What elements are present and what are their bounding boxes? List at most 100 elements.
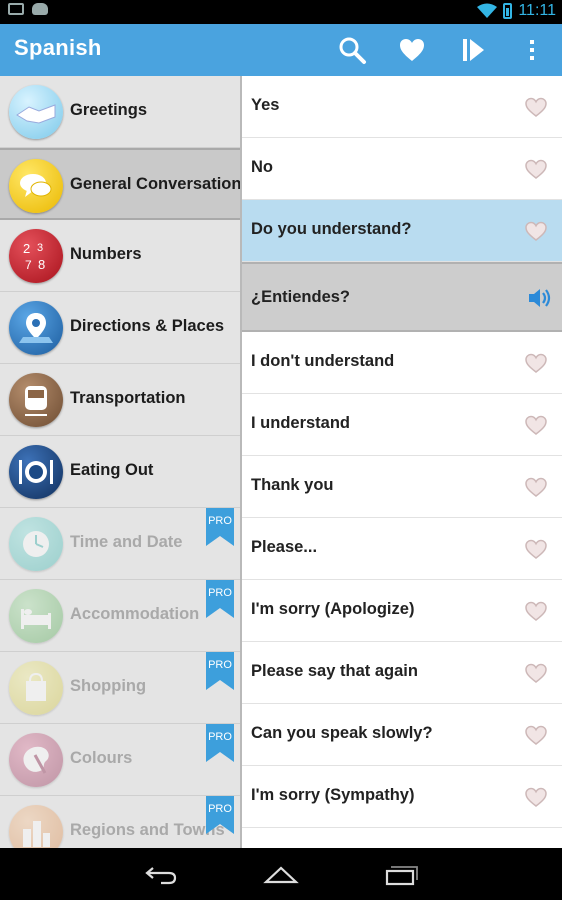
pro-badge: PRO — [208, 659, 232, 671]
heart-icon[interactable] — [524, 220, 548, 242]
plate-cutlery-icon — [9, 445, 63, 499]
category-transportation[interactable]: Transportation — [0, 364, 240, 436]
phrase-row[interactable]: I understand — [242, 394, 562, 456]
svg-text:2: 2 — [23, 241, 30, 256]
phrase-row-selected[interactable]: Do you understand? — [242, 200, 562, 262]
play-next-icon[interactable] — [457, 34, 489, 66]
pro-ribbon-icon — [206, 652, 234, 690]
svg-text:3: 3 — [37, 242, 43, 254]
train-icon — [9, 373, 63, 427]
phrase-text: Thank you — [251, 476, 334, 494]
city-icon — [9, 805, 63, 848]
category-label: Time and Date — [70, 533, 183, 551]
category-label: Greetings — [70, 101, 148, 119]
status-bar: 11:11 — [0, 0, 562, 24]
svg-text:8: 8 — [38, 257, 45, 272]
bed-icon — [9, 589, 63, 643]
category-regions-and-towns[interactable]: Regions and Towns PRO — [0, 796, 240, 848]
category-label: Numbers — [70, 245, 142, 263]
heart-icon[interactable] — [524, 724, 548, 746]
category-list: Greetings General Conversation 2 3 7 8 N… — [0, 76, 240, 848]
paint-palette-icon — [9, 733, 63, 787]
phrase-text: Do you understand? — [251, 220, 412, 238]
phrase-list: Yes No Do you understand? ¿Entiendes? I … — [242, 76, 562, 848]
category-general-conversation[interactable]: General Conversation — [0, 148, 240, 220]
heart-icon[interactable] — [524, 600, 548, 622]
heart-icon[interactable] — [524, 538, 548, 560]
category-accommodation[interactable]: Accommodation PRO — [0, 580, 240, 652]
numbers-icon: 2 3 7 8 — [9, 229, 63, 283]
heart-icon[interactable] — [524, 414, 548, 436]
android-notification-icon — [32, 3, 48, 15]
phrase-text: Yes — [251, 96, 280, 114]
phrase-row[interactable]: I'm sorry (Sympathy) — [242, 766, 562, 828]
pro-ribbon-icon — [206, 508, 234, 546]
recent-apps-icon[interactable] — [383, 862, 419, 886]
phrase-text: I'm sorry (Apologize) — [251, 600, 415, 618]
clock-time: 11:11 — [518, 2, 556, 19]
category-directions-places[interactable]: Directions & Places — [0, 292, 240, 364]
category-eating-out[interactable]: Eating Out — [0, 436, 240, 508]
pro-badge: PRO — [208, 731, 232, 743]
navigation-bar — [0, 848, 562, 900]
phrase-row[interactable]: Please... — [242, 518, 562, 580]
battery-icon — [503, 3, 513, 19]
category-greetings[interactable]: Greetings — [0, 76, 240, 148]
pro-ribbon-icon — [206, 796, 234, 834]
clock-icon — [9, 517, 63, 571]
category-numbers[interactable]: 2 3 7 8 Numbers — [0, 220, 240, 292]
back-icon[interactable] — [143, 862, 179, 886]
heart-icon[interactable] — [524, 96, 548, 118]
phrase-text: Please... — [251, 538, 318, 556]
pro-ribbon-icon — [206, 724, 234, 762]
speaker-icon[interactable] — [526, 285, 552, 311]
svg-text:7: 7 — [25, 258, 32, 272]
phrase-row[interactable]: Can you speak slowly? — [242, 704, 562, 766]
home-icon[interactable] — [263, 862, 299, 886]
phrase-text: I'm sorry (Sympathy) — [251, 786, 415, 804]
category-label: Transportation — [70, 389, 186, 407]
shopping-bag-icon — [9, 661, 63, 715]
overflow-menu-icon[interactable] — [516, 34, 548, 66]
category-label: Shopping — [70, 677, 147, 695]
favorites-heart-icon[interactable] — [396, 34, 428, 66]
action-bar: Spanish — [0, 24, 562, 76]
phrase-text: I understand — [251, 414, 351, 432]
translation-row[interactable]: ¿Entiendes? — [242, 262, 562, 332]
heart-icon[interactable] — [524, 662, 548, 684]
pro-badge: PRO — [208, 587, 232, 599]
translation-text: ¿Entiendes? — [251, 288, 351, 306]
app-title: Spanish — [14, 35, 102, 60]
phrase-row[interactable]: I don't understand — [242, 332, 562, 394]
heart-icon[interactable] — [524, 158, 548, 180]
pro-badge: PRO — [208, 803, 232, 815]
search-icon[interactable] — [336, 34, 368, 66]
heart-icon[interactable] — [524, 476, 548, 498]
category-label: Directions & Places — [70, 317, 225, 335]
gmail-notification-icon — [8, 3, 24, 15]
heart-icon[interactable] — [524, 786, 548, 808]
handshake-icon — [9, 85, 63, 139]
phrase-row[interactable]: I'm sorry (Apologize) — [242, 580, 562, 642]
pro-ribbon-icon — [206, 580, 234, 618]
category-label: Colours — [70, 749, 133, 767]
category-label: General Conversation — [70, 175, 240, 193]
category-label: Eating Out — [70, 461, 154, 479]
phrase-row[interactable]: Yes — [242, 76, 562, 138]
category-shopping[interactable]: Shopping PRO — [0, 652, 240, 724]
phrase-row[interactable]: Please say that again — [242, 642, 562, 704]
category-label: Regions and Towns — [70, 821, 225, 839]
map-pin-icon — [9, 301, 63, 355]
phrase-row[interactable]: Thank you — [242, 456, 562, 518]
category-time-and-date[interactable]: Time and Date PRO — [0, 508, 240, 580]
speech-bubbles-icon — [9, 159, 63, 213]
phrase-row[interactable]: No — [242, 138, 562, 200]
category-label: Accommodation — [70, 605, 200, 623]
phrase-text: Can you speak slowly? — [251, 724, 433, 742]
heart-icon[interactable] — [524, 352, 548, 374]
phrase-text: No — [251, 158, 273, 176]
phrase-text: Please say that again — [251, 662, 418, 680]
wifi-icon — [477, 3, 498, 18]
phrase-text: I don't understand — [251, 352, 395, 370]
category-colours[interactable]: Colours PRO — [0, 724, 240, 796]
